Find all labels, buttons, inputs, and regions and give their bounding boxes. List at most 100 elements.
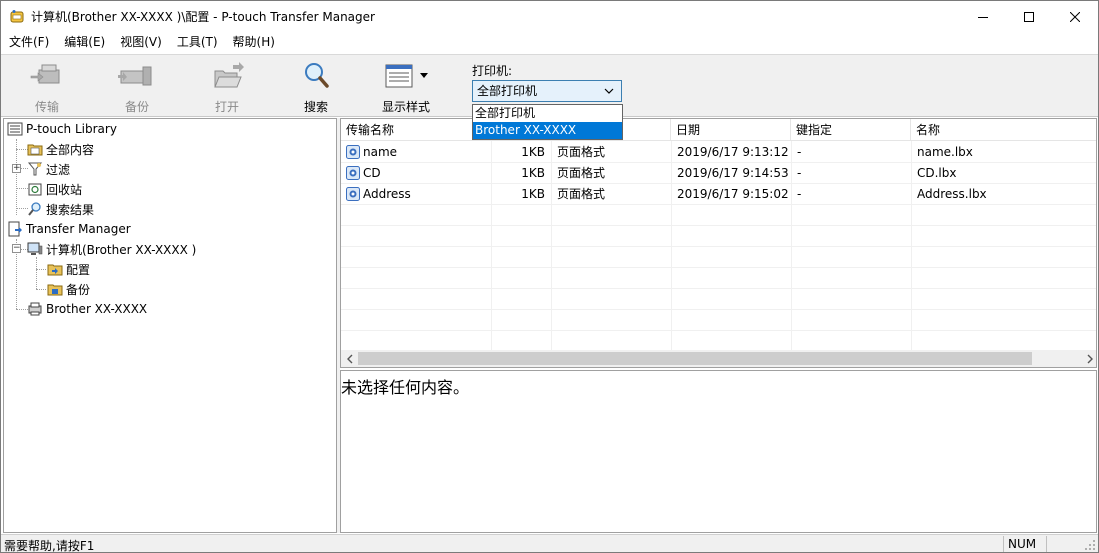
printer-option-all[interactable]: 全部打印机 [473, 105, 622, 122]
search-icon [305, 63, 329, 88]
cell-date: 2019/6/17 9:15:02 [677, 187, 789, 201]
table-row[interactable]: name 1KB 页面格式 2019/6/17 9:13:12 - name.l… [341, 142, 1096, 163]
search-results-icon [28, 202, 41, 216]
tree-item-transfer-manager[interactable]: Transfer Manager [7, 219, 131, 239]
menu-bar: 文件(F) 编辑(E) 视图(V) 工具(T) 帮助(H) [1, 32, 1098, 53]
maximize-button[interactable] [1006, 1, 1052, 32]
printer-icon [28, 302, 42, 316]
scroll-left-button[interactable] [341, 350, 358, 367]
tree-label: 全部内容 [46, 142, 95, 157]
preview-empty-text: 未选择任何内容。 [341, 378, 470, 397]
tree-line [16, 139, 17, 215]
menu-help[interactable]: 帮助(H) [225, 32, 282, 53]
tree-label: 配置 [66, 262, 91, 277]
cell-filename: name.lbx [917, 145, 973, 159]
tree-label: 回收站 [46, 182, 83, 197]
backup-label: 备份 [124, 100, 149, 114]
cell-filename: CD.lbx [917, 166, 957, 180]
menu-edit[interactable]: 编辑(E) [56, 32, 112, 53]
menu-view[interactable]: 视图(V) [112, 32, 169, 53]
tree-item-all-contents[interactable]: 全部内容 [27, 139, 94, 159]
status-num-indicator: NUM [1003, 536, 1045, 552]
tree-label: Transfer Manager [26, 222, 131, 236]
tree-item-printer[interactable]: Brother XX-XXXX [27, 299, 147, 319]
tree-item-backup[interactable]: 备份 [47, 279, 90, 299]
table-row-empty [341, 205, 1096, 226]
transfer-manager-icon [8, 221, 22, 237]
close-button[interactable] [1052, 1, 1098, 32]
backup-icon [118, 66, 152, 86]
transfer-icon [30, 64, 60, 84]
folder-icon [27, 144, 43, 156]
chevron-down-icon [604, 88, 614, 94]
preview-pane: 未选择任何内容。 [340, 370, 1097, 533]
column-header-transfer-name[interactable]: 传输名称 [341, 119, 491, 141]
menu-file[interactable]: 文件(F) [1, 32, 56, 53]
table-row[interactable]: CD 1KB 页面格式 2019/6/17 9:14:53 - CD.lbx [341, 163, 1096, 184]
tree-label: P-touch Library [26, 122, 117, 136]
template-file-icon [346, 145, 360, 159]
tree-item-library[interactable]: P-touch Library [7, 119, 117, 139]
menu-tools[interactable]: 工具(T) [169, 32, 225, 53]
tree-line [36, 269, 46, 270]
display-style-label: 显示样式 [381, 100, 430, 114]
cell-size: 1KB [521, 166, 545, 180]
cell-key: - [797, 145, 802, 159]
template-file-icon [346, 187, 360, 201]
tree-item-filter[interactable]: 过滤 [27, 159, 70, 179]
config-folder-icon [47, 264, 63, 276]
close-icon [1070, 11, 1080, 22]
search-label: 搜索 [303, 100, 328, 114]
cell-type: 页面格式 [557, 187, 606, 201]
cell-size: 1KB [521, 187, 545, 201]
column-header-filename[interactable]: 名称 [911, 119, 1096, 141]
table-row-empty [341, 310, 1096, 331]
transfer-button[interactable]: 传输 [12, 59, 82, 115]
tree-label: 搜索结果 [46, 202, 95, 217]
backup-folder-icon [47, 284, 63, 296]
printer-select[interactable]: 全部打印机 [472, 80, 622, 102]
table-row-empty [341, 247, 1096, 268]
column-header-key[interactable]: 键指定 [791, 119, 911, 141]
chevron-right-icon [1087, 354, 1093, 363]
open-icon [214, 62, 244, 88]
open-button[interactable]: 打开 [192, 59, 262, 115]
table-row-empty [341, 226, 1096, 247]
window-title: 计算机(Brother XX-XXXX )\配置 - P-touch Trans… [31, 10, 375, 24]
table-row-empty [341, 268, 1096, 289]
horizontal-scrollbar[interactable] [341, 350, 1096, 367]
library-icon [7, 122, 23, 136]
tree-item-computer[interactable]: 计算机(Brother XX-XXXX ) [27, 239, 196, 259]
resize-grip-icon[interactable] [1084, 539, 1096, 551]
tree-line [36, 289, 46, 290]
display-style-button[interactable]: 显示样式 [370, 59, 442, 115]
tree-label: Brother XX-XXXX [46, 302, 148, 316]
column-header-date[interactable]: 日期 [671, 119, 791, 141]
scroll-right-button[interactable] [1081, 350, 1096, 367]
folder-tree: P-touch Library 全部内容 + 过滤 回收站 搜索结果 Trans… [3, 118, 337, 533]
status-help-text: 需要帮助,请按F1 [4, 539, 95, 553]
filter-icon [27, 162, 43, 176]
chevron-left-icon [346, 354, 352, 363]
cell-transfer-name: Address [363, 187, 411, 201]
backup-button[interactable]: 备份 [102, 59, 172, 115]
tree-label: 备份 [66, 282, 91, 297]
printer-dropdown-list: 全部打印机 Brother XX-XXXX [472, 104, 623, 140]
minimize-button[interactable] [960, 1, 1006, 32]
table-row-empty [341, 331, 1096, 352]
scrollbar-thumb[interactable] [358, 352, 1032, 365]
search-button[interactable]: 搜索 [281, 59, 351, 115]
tree-collapse-toggle[interactable]: − [12, 244, 21, 253]
cell-type: 页面格式 [557, 145, 606, 159]
table-row[interactable]: Address 1KB 页面格式 2019/6/17 9:15:02 - Add… [341, 184, 1096, 205]
display-style-icon [385, 64, 428, 88]
printer-option-brother[interactable]: Brother XX-XXXX [473, 122, 622, 139]
tree-item-search-results[interactable]: 搜索结果 [27, 199, 94, 219]
cell-key: - [797, 166, 802, 180]
tree-item-recycle-bin[interactable]: 回收站 [27, 179, 82, 199]
window-controls [960, 1, 1098, 32]
tree-item-config[interactable]: 配置 [47, 259, 90, 279]
tree-expand-toggle[interactable]: + [12, 164, 21, 173]
computer-icon [27, 242, 43, 255]
cell-transfer-name: name [363, 145, 398, 159]
